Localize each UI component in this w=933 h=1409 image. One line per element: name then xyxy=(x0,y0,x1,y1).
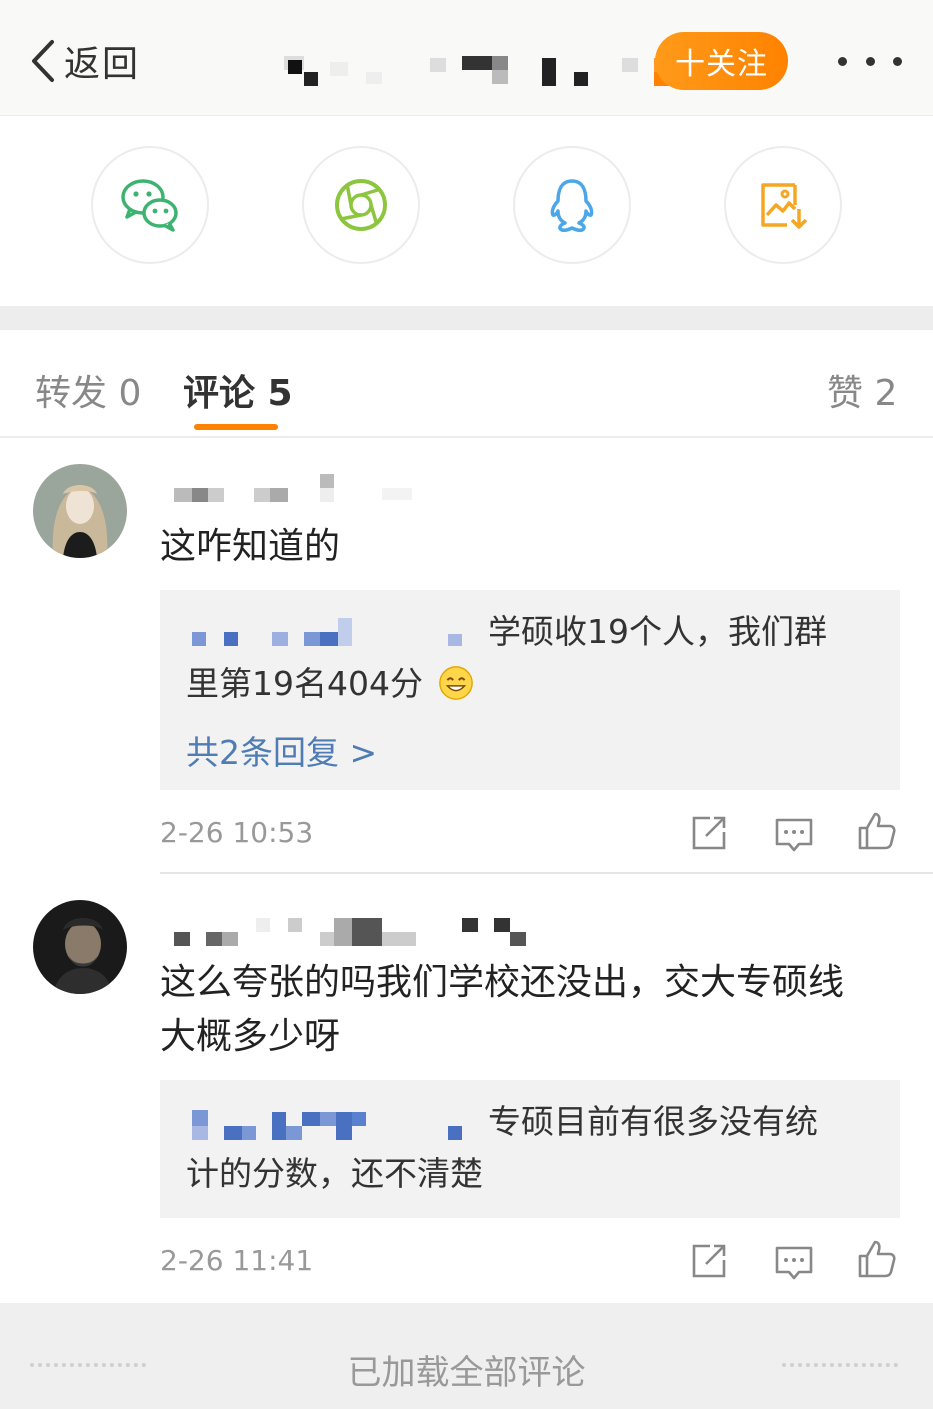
dotted-divider xyxy=(782,1363,898,1367)
all-loaded-text: 已加载全部评论 xyxy=(347,1353,586,1393)
dot xyxy=(893,56,902,66)
comment-icon[interactable] xyxy=(773,814,815,856)
share-icon[interactable] xyxy=(688,1240,730,1282)
share-row xyxy=(0,116,933,306)
like-icon[interactable] xyxy=(856,810,898,852)
back-button[interactable]: 返回 xyxy=(28,36,140,86)
avatar[interactable] xyxy=(33,464,127,558)
load-status-footer: 已加载全部评论 xyxy=(0,1303,933,1409)
tab-likes[interactable]: 赞 2 xyxy=(827,364,897,416)
wechat-icon xyxy=(121,179,178,232)
more-options-button[interactable] xyxy=(838,44,902,78)
dot xyxy=(865,56,875,66)
active-tab-indicator xyxy=(194,424,278,430)
save-image-icon xyxy=(761,183,808,229)
chevron-left-icon xyxy=(32,40,54,82)
comment-item: 这咋知道的 学硕收19个人，我们群 里第19名404分 共2条回复 > 2-26… xyxy=(0,440,933,874)
divider xyxy=(160,872,933,874)
reply-preview[interactable]: 学硕收19个人，我们群 里第19名404分 共2条回复 > xyxy=(160,590,900,790)
moments-icon xyxy=(335,179,387,231)
comment-text-line2: 大概多少呀 xyxy=(160,1016,341,1057)
share-moments-button[interactable] xyxy=(302,146,420,264)
dot xyxy=(838,56,847,66)
reply-text-line1: 学硕收19个人，我们群 xyxy=(488,612,827,651)
reply-username-redacted xyxy=(192,618,462,646)
like-icon[interactable] xyxy=(856,1238,898,1280)
comment-text: 这咋知道的 xyxy=(160,526,341,567)
reply-username-redacted xyxy=(192,1110,462,1140)
share-wechat-button[interactable] xyxy=(91,146,209,264)
top-nav-bar: 返回 十关注 xyxy=(0,0,933,116)
follow-button[interactable]: 十关注 xyxy=(655,32,788,90)
share-icon[interactable] xyxy=(688,812,730,854)
reply-text-line2: 计的分数，还不清楚 xyxy=(186,1154,483,1193)
qq-icon xyxy=(550,179,594,232)
username-redacted xyxy=(174,474,412,502)
grin-emoji-icon xyxy=(439,666,474,700)
comment-icon[interactable] xyxy=(773,1242,815,1284)
tab-bar: 转发 0 评论 5 赞 2 xyxy=(0,330,933,438)
page-title-redacted xyxy=(284,56,670,86)
tab-comments[interactable]: 评论 5 xyxy=(183,364,293,416)
username-redacted xyxy=(174,918,526,946)
reply-preview[interactable]: 专硕目前有很多没有统 计的分数，还不清楚 xyxy=(160,1080,900,1218)
comment-item: 这么夸张的吗我们学校还没出，交大专硕线 大概多少呀 专硕目前有很多没有统 计的分… xyxy=(0,876,933,1302)
avatar[interactable] xyxy=(33,900,127,994)
section-separator xyxy=(0,306,933,330)
share-qq-button[interactable] xyxy=(513,146,631,264)
view-replies-link[interactable]: 共2条回复 > xyxy=(186,726,377,774)
comment-timestamp: 2-26 11:41 xyxy=(160,1244,314,1277)
comment-timestamp: 2-26 10:53 xyxy=(160,816,314,849)
reply-text-line1: 专硕目前有很多没有统 xyxy=(488,1102,818,1141)
back-label: 返回 xyxy=(64,44,141,85)
save-image-button[interactable] xyxy=(724,146,842,264)
comment-text-line1: 这么夸张的吗我们学校还没出，交大专硕线 xyxy=(160,962,845,1003)
reply-text-line2: 里第19名404分 xyxy=(186,664,423,703)
tab-repost[interactable]: 转发 0 xyxy=(35,364,141,416)
